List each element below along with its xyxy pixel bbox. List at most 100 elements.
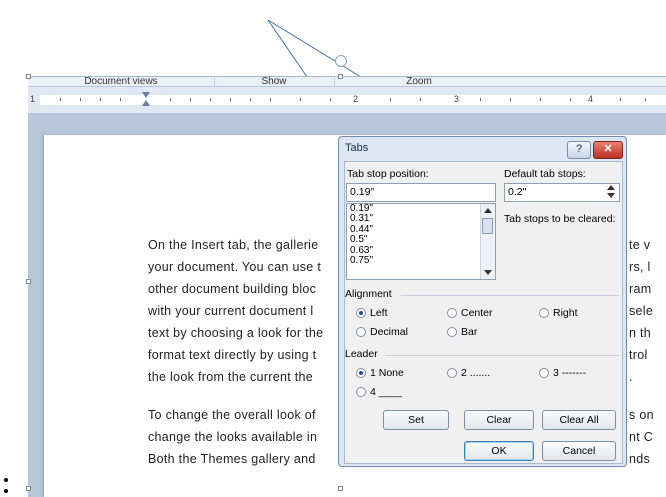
leader-underline-label[interactable]: 4 ____	[370, 386, 402, 398]
leader-none-radio[interactable]	[356, 368, 366, 378]
ruler-number: 1	[30, 94, 36, 104]
ruler-tick	[210, 98, 211, 101]
list-scrollbar[interactable]	[480, 204, 495, 279]
ruler-tick	[480, 98, 481, 101]
leader-divider	[385, 355, 619, 356]
ruler-tick	[120, 98, 121, 101]
doc-line-fragment[interactable]: n th	[629, 326, 659, 340]
leader-underline-radio[interactable]	[356, 387, 366, 397]
ruler-track: 1 2 3 4	[30, 94, 666, 105]
align-decimal-radio[interactable]	[356, 327, 366, 337]
doc-line[interactable]: with your current document l	[148, 304, 340, 318]
align-center-radio[interactable]	[447, 308, 457, 318]
bullet-dot	[4, 489, 8, 493]
doc-line-fragment[interactable]: .	[629, 370, 659, 384]
resize-handle[interactable]	[26, 279, 31, 284]
tab-stop-position-input[interactable]: 0.19"	[346, 183, 496, 202]
doc-line[interactable]: other document building bloc	[148, 282, 340, 296]
doc-line-fragment[interactable]: s on	[629, 408, 659, 422]
ruler-tick	[270, 98, 271, 101]
alignment-divider	[401, 295, 619, 296]
doc-line-fragment[interactable]: nds	[629, 452, 659, 466]
ruler-number: 4	[588, 94, 594, 104]
align-left-label[interactable]: Left	[370, 307, 388, 319]
indent-marker-icon[interactable]	[142, 92, 150, 98]
ruler-tick	[510, 98, 511, 101]
doc-line-fragment[interactable]: rs, l	[629, 260, 659, 274]
resize-handle[interactable]	[26, 74, 31, 79]
scroll-up-icon[interactable]	[484, 208, 492, 213]
doc-line[interactable]: change the looks available in	[148, 430, 340, 444]
ruler-tick	[250, 98, 251, 101]
ruler-tick	[230, 98, 231, 101]
tabs-dialog: Tabs ? ✕ Tab stop position: 0.19" 0.19" …	[338, 136, 627, 467]
align-bar-label[interactable]: Bar	[461, 326, 477, 338]
leader-none-label[interactable]: 1 None	[370, 367, 404, 379]
doc-line[interactable]: your document. You can use t	[148, 260, 340, 274]
doc-line-fragment[interactable]: sele	[629, 304, 659, 318]
resize-handle[interactable]	[26, 486, 31, 491]
ruler-tick	[300, 98, 301, 101]
doc-line[interactable]: Both the Themes gallery and	[148, 452, 340, 466]
ruler-tick	[390, 98, 391, 101]
align-decimal-label[interactable]: Decimal	[370, 326, 408, 338]
doc-line[interactable]: format text directly by using t	[148, 348, 340, 362]
resize-handle[interactable]	[338, 486, 343, 491]
tab-stop-list-item[interactable]: 0.75"	[347, 255, 495, 266]
spinner-up-icon[interactable]	[607, 185, 615, 190]
leader-dots-label[interactable]: 2 .......	[461, 367, 490, 379]
rotate-handle-icon[interactable]	[335, 55, 347, 67]
align-right-radio[interactable]	[539, 308, 549, 318]
dialog-body: Tab stop position: 0.19" 0.19" 0.31" 0.4…	[344, 161, 623, 464]
doc-line-fragment[interactable]: ram	[629, 282, 659, 296]
resize-handle[interactable]	[338, 74, 343, 79]
ruler-tick	[100, 98, 101, 101]
clear-all-button[interactable]: Clear All	[542, 410, 616, 430]
horizontal-ruler[interactable]: 1 2 3 4	[28, 86, 666, 115]
leader-dots-radio[interactable]	[447, 368, 457, 378]
ruler-tick	[330, 98, 331, 101]
doc-line-fragment[interactable]: trol	[629, 348, 659, 362]
default-tab-stops-label: Default tab stops:	[504, 168, 586, 180]
ruler-tick	[570, 98, 571, 101]
ruler-tick	[540, 98, 541, 101]
ruler-tick	[620, 98, 621, 101]
alignment-group-label: Alignment	[345, 288, 392, 300]
doc-line-fragment[interactable]: nt C	[629, 430, 659, 444]
doc-line[interactable]: text by choosing a look for the	[148, 326, 340, 340]
clear-button[interactable]: Clear	[464, 410, 534, 430]
ruler-tick	[190, 98, 191, 101]
ruler-tick	[170, 98, 171, 101]
help-button[interactable]: ?	[567, 141, 591, 159]
align-right-label[interactable]: Right	[553, 307, 578, 319]
ok-button[interactable]: OK	[464, 441, 534, 461]
ribbon-group-zoom: Zoom	[406, 76, 432, 87]
ruler-tick	[420, 98, 421, 101]
indent-marker-bottom-icon[interactable]	[142, 100, 150, 106]
doc-line[interactable]: the look from the current the	[148, 370, 340, 384]
doc-line[interactable]: On the Insert tab, the gallerie	[148, 238, 340, 252]
bullet-dot	[4, 478, 8, 482]
align-left-radio[interactable]	[356, 308, 366, 318]
ribbon-group-document-views: Document views	[28, 77, 215, 87]
doc-line-fragment[interactable]: te v	[629, 238, 659, 252]
scroll-down-icon[interactable]	[484, 270, 492, 275]
tab-stops-to-clear-label: Tab stops to be cleared:	[504, 213, 616, 225]
leader-dashes-radio[interactable]	[539, 368, 549, 378]
align-center-label[interactable]: Center	[461, 307, 493, 319]
doc-line[interactable]: To change the overall look of	[148, 408, 340, 422]
tab-stop-list-item[interactable]: 0.44"	[347, 224, 495, 235]
leader-group-label: Leader	[345, 348, 378, 360]
spinner-down-icon[interactable]	[607, 193, 615, 198]
close-button[interactable]: ✕	[593, 141, 623, 159]
default-tab-stops-input[interactable]: 0.2"	[504, 183, 620, 202]
set-button[interactable]: Set	[383, 410, 449, 430]
leader-dashes-label[interactable]: 3 -------	[553, 367, 586, 379]
tab-stop-position-label: Tab stop position:	[347, 168, 429, 180]
cancel-button[interactable]: Cancel	[542, 441, 616, 461]
tab-stops-listbox[interactable]: 0.19" 0.31" 0.44" 0.5" 0.63" 0.75"	[346, 203, 496, 280]
scroll-thumb[interactable]	[482, 218, 493, 234]
ruler-number: 2	[353, 94, 359, 104]
dialog-title: Tabs	[345, 142, 369, 154]
align-bar-radio[interactable]	[447, 327, 457, 337]
